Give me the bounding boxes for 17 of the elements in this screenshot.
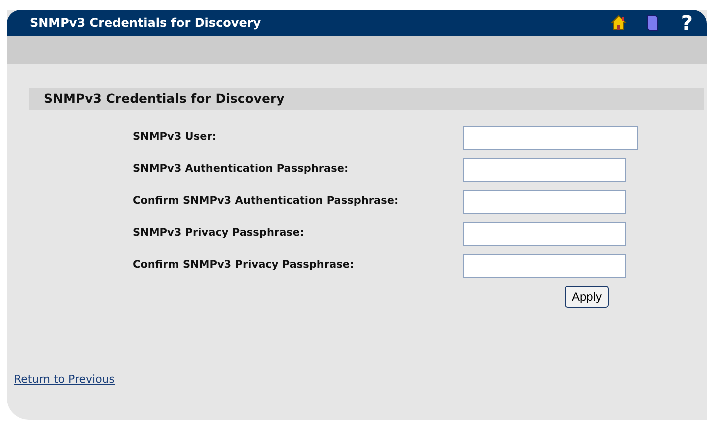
input-field[interactable] (463, 126, 638, 150)
field-label: Confirm SNMPv3 Authentication Passphrase: (133, 194, 400, 210)
field-label: SNMPv3 User: (133, 130, 218, 146)
input-field[interactable] (463, 222, 626, 246)
input-field[interactable] (463, 254, 626, 278)
field-label: SNMPv3 Privacy Passphrase: (133, 226, 306, 242)
return-link[interactable]: Return to Previous (14, 373, 116, 386)
home-icon[interactable] (611, 15, 628, 31)
help-icon[interactable]: ? (681, 13, 693, 33)
window-title: SNMPv3 Credentials for Discovery (30, 15, 262, 32)
input-field[interactable] (463, 190, 626, 214)
field-label: Confirm SNMPv3 Privacy Passphrase: (133, 258, 356, 274)
input-field[interactable] (463, 158, 626, 182)
field-label: SNMPv3 Authentication Passphrase: (133, 162, 350, 178)
section-title: SNMPv3 Credentials for Discovery (44, 90, 285, 108)
apply-button[interactable]: Apply (564, 286, 609, 308)
book-icon[interactable] (647, 14, 660, 32)
